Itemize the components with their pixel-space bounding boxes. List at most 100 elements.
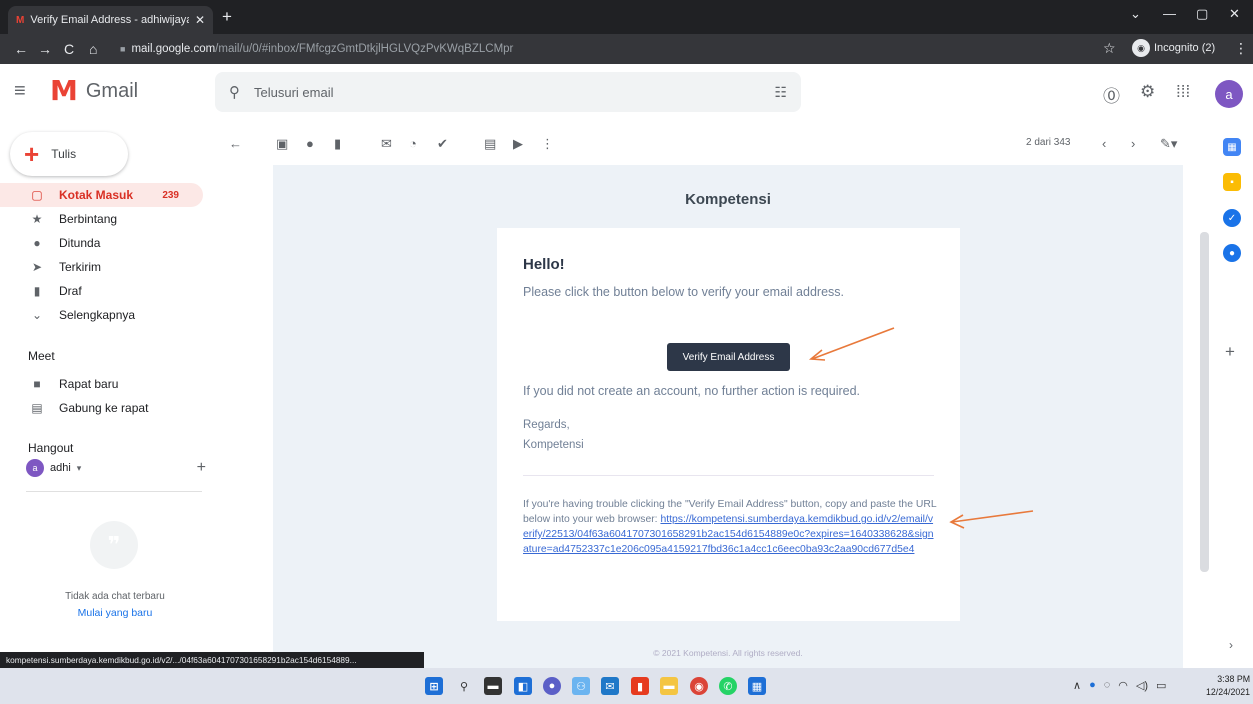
browser-menu-icon[interactable]: ⋮ (1234, 40, 1248, 57)
keep-icon[interactable]: ▪ (1223, 173, 1241, 191)
office-icon[interactable]: ▮ (631, 677, 649, 695)
compose-plus-icon: + (24, 139, 40, 169)
mail-icon[interactable]: ✉ (601, 677, 619, 695)
chrome-icon[interactable]: ◉ (690, 677, 708, 695)
email-brand: Kompetensi (685, 191, 771, 208)
browser-tab[interactable]: M Verify Email Address - adhiwijaya ✕ (8, 6, 213, 34)
video-icon: ■ (33, 377, 41, 391)
start-icon[interactable]: ⊞ (425, 677, 443, 695)
inbox-icon: ▢ (31, 188, 43, 202)
nav-item-inbox[interactable]: ▢ Kotak Masuk 239 (0, 183, 203, 207)
task-view-icon[interactable]: ▬ (484, 677, 502, 695)
clock-icon: ● (33, 236, 41, 250)
browser-toolbar: ← → C ⌂ ■ mail.google.com/mail/u/0/#inbo… (0, 34, 1253, 64)
settings-gear-icon[interactable]: ⚙ (1140, 82, 1155, 102)
star-icon: ★ (31, 212, 43, 226)
compose-label: Tulis (51, 147, 77, 161)
widgets-icon[interactable]: ◧ (514, 677, 532, 695)
whatsapp-icon[interactable]: ✆ (719, 677, 737, 695)
nav-item-snoozed[interactable]: ● Ditunda (0, 231, 203, 255)
nav-item-new-meeting[interactable]: ■ Rapat baru (0, 372, 203, 396)
new-tab-icon[interactable]: + (222, 7, 232, 27)
nav-item-drafts[interactable]: ▮ Draf (0, 279, 203, 303)
store-icon[interactable]: ▦ (748, 677, 766, 695)
incognito-indicator[interactable]: ◉ Incognito (2) (1132, 39, 1215, 57)
nav-item-join-meeting[interactable]: ▤ Gabung ke rapat (0, 396, 203, 420)
nav-label: Kotak Masuk (59, 188, 134, 202)
system-tray: ∧ ● ◌ ◠ ◁) ▭ (1073, 679, 1166, 692)
app-name: Gmail (85, 79, 139, 102)
search-icon[interactable]: ⚲ (229, 83, 240, 101)
back-icon[interactable]: ← (14, 41, 28, 57)
close-tab-icon[interactable]: ✕ (195, 13, 205, 27)
start-new-chat-link[interactable]: Mulai yang baru (20, 607, 210, 619)
search-bar[interactable]: ⚲ Telusuri email ☷ (215, 72, 801, 112)
delete-icon[interactable]: ▮ (334, 136, 341, 152)
chevron-up-icon[interactable]: ∧ (1073, 679, 1081, 692)
verify-email-button[interactable]: Verify Email Address (667, 343, 790, 371)
chat-icon[interactable]: ● (543, 677, 561, 695)
wifi-icon[interactable]: ◠ (1118, 679, 1128, 692)
main-menu-icon[interactable]: ≡ (14, 80, 26, 103)
email-outro: If you did not create an account, no fur… (523, 384, 861, 398)
get-addons-icon[interactable]: + (1225, 342, 1235, 362)
nav-label: Rapat baru (59, 377, 119, 391)
chevron-down-icon[interactable]: ▾ (77, 463, 82, 474)
search-icon[interactable]: ⚲ (455, 677, 473, 695)
move-to-icon[interactable]: ▤ (484, 136, 496, 152)
onedrive-icon[interactable]: ● (1089, 679, 1096, 692)
volume-icon[interactable]: ◁) (1136, 679, 1148, 692)
tab-search-icon[interactable]: ⌄ (1130, 6, 1141, 22)
snooze-icon[interactable]: ◔ (409, 136, 417, 151)
hangout-user-name: adhi (50, 462, 71, 474)
contacts-icon[interactable]: ● (1223, 244, 1241, 262)
status-url-preview: kompetensi.sumberdaya.kemdikbud.go.id/v2… (0, 652, 424, 668)
mark-unread-icon[interactable]: ✉ (381, 136, 392, 152)
address-bar[interactable]: ■ mail.google.com/mail/u/0/#inbox/FMfcgz… (120, 38, 1120, 60)
add-chat-icon[interactable]: + (197, 459, 206, 477)
nav-item-sent[interactable]: ➤ Terkirim (0, 255, 203, 279)
show-side-panel-icon[interactable]: › (1229, 638, 1233, 652)
email-regards: Regards, (523, 419, 570, 431)
help-icon[interactable]: ⓪ (1103, 82, 1120, 107)
compose-button[interactable]: + Tulis (10, 132, 128, 176)
home-icon[interactable]: ⌂ (89, 41, 97, 57)
minimize-icon[interactable]: — (1163, 6, 1176, 21)
connect-icon[interactable]: ⚇ (572, 677, 590, 695)
message-toolbar: ← ▣ ● ▮ ✉ ◔ ✔ ▤ ▶ ⋮ 2 dari 343 ‹ › ✎▾ (215, 128, 1200, 160)
nav-item-starred[interactable]: ★ Berbintang (0, 207, 203, 231)
maximize-icon[interactable]: ▢ (1196, 6, 1208, 22)
system-clock[interactable]: 3:38 PM 12/24/2021 (1206, 673, 1250, 699)
label-icon[interactable]: ▶ (513, 136, 523, 152)
battery-icon[interactable]: ▭ (1156, 679, 1166, 692)
cloud-icon[interactable]: ◌ (1104, 679, 1111, 692)
lock-icon: ■ (120, 44, 126, 54)
reload-icon[interactable]: C (64, 41, 74, 57)
hangout-user[interactable]: a adhi ▾ + (26, 459, 206, 477)
account-avatar[interactable]: a (1215, 80, 1243, 108)
more-options-icon[interactable]: ⋮ (541, 136, 554, 152)
input-tools-icon[interactable]: ✎▾ (1160, 136, 1177, 152)
archive-icon[interactable]: ▣ (276, 136, 288, 152)
meet-section-title: Meet (28, 349, 55, 363)
forward-icon[interactable]: → (38, 41, 52, 57)
apps-grid-icon[interactable]: ⁞⁞⁞ (1176, 82, 1190, 102)
file-explorer-icon[interactable]: ▬ (660, 677, 678, 695)
close-window-icon[interactable]: ✕ (1229, 6, 1240, 22)
report-spam-icon[interactable]: ● (306, 136, 314, 151)
previous-icon[interactable]: ‹ (1102, 136, 1106, 151)
next-icon[interactable]: › (1131, 136, 1135, 151)
divider (26, 491, 202, 492)
search-input[interactable]: Telusuri email (254, 85, 760, 100)
add-to-tasks-icon[interactable]: ✔ (437, 136, 448, 152)
search-options-icon[interactable]: ☷ (774, 84, 787, 101)
meet-nav: ■ Rapat baru ▤ Gabung ke rapat (0, 372, 203, 420)
incognito-label: Incognito (2) (1154, 42, 1216, 54)
scrollbar-thumb[interactable] (1200, 232, 1209, 572)
nav-item-more[interactable]: ⌄ Selengkapnya (0, 303, 203, 327)
gmail-logo[interactable]: M Gmail (50, 76, 138, 106)
bookmark-star-icon[interactable]: ☆ (1103, 40, 1116, 57)
back-to-inbox-icon[interactable]: ← (229, 136, 242, 151)
tasks-icon[interactable]: ✓ (1223, 209, 1241, 227)
calendar-icon[interactable]: ▦ (1223, 138, 1241, 156)
